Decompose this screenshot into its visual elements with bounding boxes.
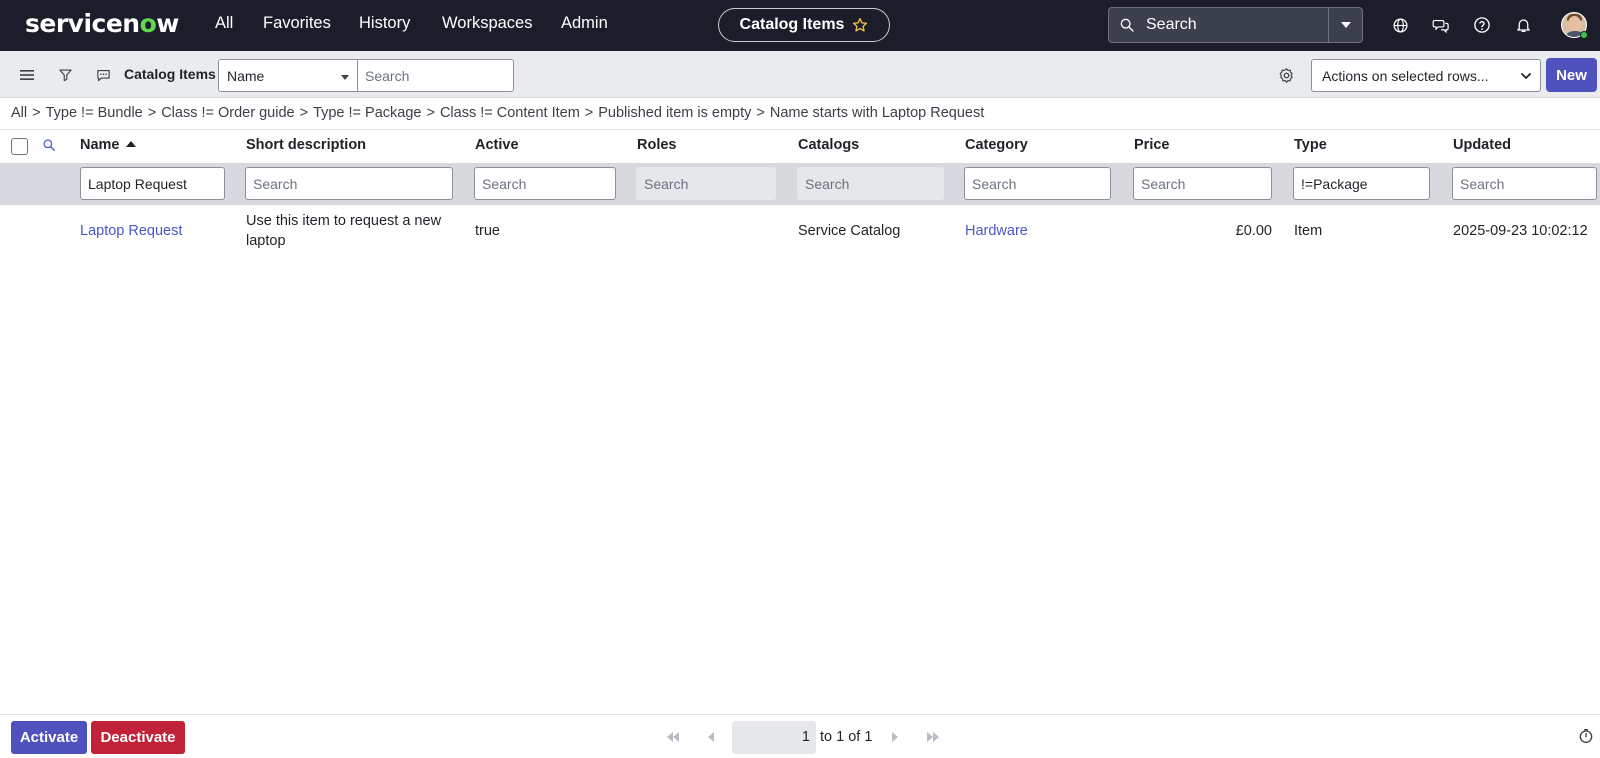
breadcrumb-item[interactable]: Class != Content Item bbox=[440, 105, 580, 121]
cell-name-link[interactable]: Laptop Request bbox=[80, 221, 182, 241]
column-header-name[interactable]: Name bbox=[80, 137, 136, 153]
global-search-input[interactable]: Search bbox=[1146, 16, 1197, 34]
servicenow-logo[interactable]: servicenow bbox=[25, 9, 179, 38]
sort-ascending-icon bbox=[125, 141, 136, 147]
chat-icon[interactable] bbox=[1430, 14, 1452, 36]
top-navigation: servicenow All Favorites History Workspa… bbox=[0, 0, 1600, 51]
cell-catalogs: Service Catalog bbox=[798, 223, 901, 239]
caret-down-icon bbox=[1340, 22, 1351, 28]
column-header-catalogs[interactable]: Catalogs bbox=[798, 137, 859, 153]
nav-favorites[interactable]: Favorites bbox=[263, 14, 331, 33]
page-number-input[interactable]: 1 bbox=[732, 721, 816, 754]
nav-admin[interactable]: Admin bbox=[561, 14, 608, 33]
search-icon bbox=[1119, 17, 1135, 36]
cell-category-link[interactable]: Hardware bbox=[965, 221, 1028, 241]
list-search-input[interactable]: Search bbox=[358, 59, 514, 92]
nav-all[interactable]: All bbox=[215, 14, 233, 33]
column-header-short-description[interactable]: Short description bbox=[246, 137, 366, 153]
breadcrumb-item[interactable]: All bbox=[11, 105, 27, 121]
context-title-pill[interactable]: Catalog Items bbox=[718, 8, 890, 42]
divider bbox=[0, 129, 1600, 130]
help-icon[interactable] bbox=[1471, 14, 1493, 36]
actions-select[interactable]: Actions on selected rows... bbox=[1311, 59, 1541, 92]
page-range: to 1 of 1 bbox=[820, 729, 873, 745]
nav-history[interactable]: History bbox=[359, 14, 410, 33]
new-button[interactable]: New bbox=[1546, 58, 1597, 92]
filter-input-type[interactable]: !=Package bbox=[1293, 167, 1430, 200]
globe-icon[interactable] bbox=[1389, 14, 1411, 36]
search-field-select[interactable]: Name bbox=[218, 59, 358, 92]
bell-icon[interactable] bbox=[1512, 14, 1534, 36]
cell-short-description: Use this item to request a new laptop bbox=[246, 213, 442, 249]
filter-input-updated[interactable]: Search bbox=[1452, 167, 1597, 200]
cell-price: £0.00 bbox=[1235, 223, 1272, 239]
cell-type: Item bbox=[1294, 223, 1323, 239]
gear-icon[interactable] bbox=[1276, 65, 1296, 85]
filter-input-category[interactable]: Search bbox=[964, 167, 1111, 200]
comment-icon[interactable] bbox=[93, 65, 113, 85]
search-scope-dropdown[interactable] bbox=[1328, 8, 1362, 42]
caret-down-icon bbox=[341, 75, 349, 80]
presence-indicator bbox=[1580, 31, 1588, 39]
star-icon[interactable] bbox=[852, 17, 868, 33]
filter-input-short-description[interactable]: Search bbox=[245, 167, 453, 200]
list-toolbar: Catalog Items Name Search Actions on sel… bbox=[0, 51, 1600, 98]
breadcrumb-item[interactable]: Class != Order guide bbox=[161, 105, 294, 121]
breadcrumb-item[interactable]: Type != Bundle bbox=[46, 105, 143, 121]
cell-active: true bbox=[475, 223, 500, 239]
nav-workspaces[interactable]: Workspaces bbox=[442, 14, 532, 33]
chevron-down-icon bbox=[1521, 73, 1531, 79]
deactivate-button[interactable]: Deactivate bbox=[91, 721, 185, 754]
breadcrumb-item[interactable]: Name starts with Laptop Request bbox=[770, 105, 984, 121]
column-search-icon[interactable] bbox=[42, 138, 56, 155]
next-page-icon[interactable] bbox=[886, 729, 904, 745]
breadcrumb-item[interactable]: Published item is empty bbox=[598, 105, 751, 121]
last-page-icon[interactable] bbox=[924, 729, 942, 745]
filter-input-catalogs: Search bbox=[797, 167, 944, 200]
column-header-category[interactable]: Category bbox=[965, 137, 1028, 153]
select-all-checkbox[interactable] bbox=[11, 138, 28, 155]
filter-input-price[interactable]: Search bbox=[1133, 167, 1272, 200]
hamburger-menu-icon[interactable] bbox=[17, 65, 37, 85]
previous-page-icon[interactable] bbox=[702, 729, 720, 745]
divider bbox=[0, 714, 1600, 715]
context-title: Catalog Items bbox=[739, 16, 845, 33]
activate-button[interactable]: Activate bbox=[11, 721, 87, 754]
list-search-placeholder: Search bbox=[365, 68, 410, 84]
column-header-roles[interactable]: Roles bbox=[637, 137, 677, 153]
cell-updated: 2025-09-23 10:02:12 bbox=[1453, 223, 1588, 239]
response-time-icon[interactable] bbox=[1578, 728, 1594, 747]
list-title: Catalog Items bbox=[124, 66, 216, 82]
filter-icon[interactable] bbox=[55, 65, 75, 85]
global-search[interactable]: Search bbox=[1108, 7, 1363, 43]
column-filter-row: Laptop Request Search Search Search Sear… bbox=[0, 163, 1600, 205]
search-field-value: Name bbox=[227, 68, 265, 84]
first-page-icon[interactable] bbox=[664, 729, 682, 745]
breadcrumb-item[interactable]: Type != Package bbox=[313, 105, 421, 121]
column-header-type[interactable]: Type bbox=[1294, 137, 1327, 153]
filter-input-name[interactable]: Laptop Request bbox=[80, 167, 225, 200]
column-header-price[interactable]: Price bbox=[1134, 137, 1169, 153]
column-header-updated[interactable]: Updated bbox=[1453, 137, 1511, 153]
actions-select-value: Actions on selected rows... bbox=[1322, 68, 1489, 84]
column-header-active[interactable]: Active bbox=[475, 137, 519, 153]
filter-input-active[interactable]: Search bbox=[474, 167, 616, 200]
filter-input-roles: Search bbox=[636, 167, 776, 200]
breadcrumb: All > Type != Bundle > Class != Order guide >… bbox=[11, 105, 985, 121]
